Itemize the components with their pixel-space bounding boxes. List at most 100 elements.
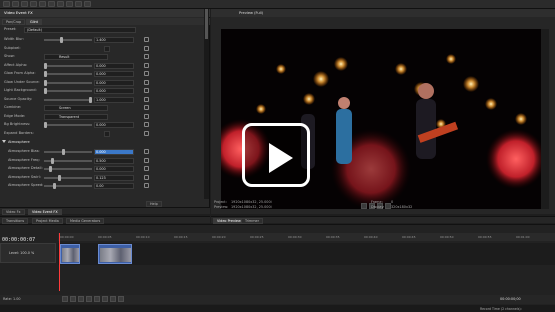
fx-param-slider[interactable] — [44, 166, 92, 172]
edit-tool-icon[interactable] — [75, 1, 82, 7]
slider-handle[interactable] — [44, 62, 47, 69]
record-icon[interactable] — [62, 296, 68, 302]
slider-handle[interactable] — [44, 88, 47, 94]
keyframe-icon[interactable] — [144, 113, 149, 119]
tab-video-event-fx[interactable]: Video Event FX — [28, 209, 62, 215]
keyframe-icon[interactable] — [144, 45, 149, 51]
fx-param-slider[interactable] — [44, 174, 92, 181]
fx-param-value[interactable]: 0.00 — [94, 183, 134, 189]
play-from-start-icon[interactable] — [78, 296, 84, 302]
copy-icon[interactable] — [30, 1, 37, 7]
slider-handle[interactable] — [44, 79, 47, 86]
fx-param-checkbox[interactable] — [104, 45, 110, 52]
cut-icon[interactable] — [21, 1, 28, 7]
preview-scrollbar[interactable] — [541, 29, 549, 209]
playhead-cursor[interactable] — [59, 233, 60, 291]
stop-icon[interactable] — [102, 296, 108, 302]
slider-handle[interactable] — [44, 122, 47, 128]
undo-icon[interactable] — [48, 1, 55, 7]
fx-param-slider[interactable] — [44, 71, 92, 77]
fx-param-slider[interactable] — [44, 37, 92, 43]
fx-param-slider[interactable] — [44, 88, 92, 94]
section-atmosphere[interactable]: Atmosphere — [2, 140, 202, 147]
pause-icon[interactable] — [94, 296, 100, 302]
keyframe-icon[interactable] — [144, 96, 149, 102]
slider-handle[interactable] — [89, 96, 92, 103]
keyframe-icon[interactable] — [144, 54, 149, 59]
fx-param-value[interactable]: 0.500 — [94, 157, 134, 164]
fx-param-slider[interactable] — [44, 79, 92, 86]
keyframe-icon[interactable] — [144, 105, 149, 110]
keyframe-icon[interactable] — [144, 157, 149, 163]
select-tool-icon[interactable] — [66, 1, 73, 7]
video-event-fx-panel: Video Event FX Pan/Crop Glint Preset: (D… — [0, 9, 210, 214]
slider-handle[interactable] — [48, 166, 52, 172]
play-icon-timeline[interactable] — [86, 296, 92, 302]
paste-icon[interactable] — [39, 1, 46, 7]
slider-handle[interactable] — [62, 149, 65, 155]
video-track[interactable] — [58, 243, 555, 265]
fx-param-checkbox[interactable] — [104, 130, 110, 137]
fx-param-value[interactable]: 1.400 — [94, 37, 134, 43]
preset-select[interactable]: (Default) — [24, 27, 136, 33]
fx-param-slider[interactable] — [44, 122, 92, 128]
fx-param-label: Show: — [4, 54, 15, 58]
keyframe-icon[interactable] — [144, 149, 149, 154]
fx-param-value[interactable]: 0.123 — [94, 174, 134, 181]
fx-param-select[interactable]: Screen — [44, 105, 108, 111]
save-icon[interactable] — [12, 1, 19, 7]
fx-chain-pan-crop[interactable]: Pan/Crop — [2, 19, 26, 25]
slider-handle[interactable] — [59, 37, 63, 43]
fx-param-select[interactable]: Result — [44, 54, 108, 60]
tab-video-fx[interactable]: Video Fx — [2, 209, 25, 215]
slider-handle[interactable] — [57, 174, 61, 181]
fx-param-label: Affect Alpha: — [4, 62, 28, 67]
keyframe-icon[interactable] — [144, 62, 149, 68]
redo-icon[interactable] — [57, 1, 64, 7]
keyframe-icon[interactable] — [144, 88, 149, 93]
fx-param-slider[interactable] — [44, 157, 92, 164]
fx-param-slider[interactable] — [44, 149, 92, 155]
split-icon[interactable] — [84, 1, 91, 7]
slider-handle[interactable] — [50, 157, 54, 164]
fx-param-value[interactable]: 0.000 — [94, 79, 134, 86]
fx-panel-title: Video Event FX — [4, 10, 33, 15]
open-icon[interactable] — [3, 1, 10, 7]
fx-param-value[interactable]: 0.000 — [94, 166, 134, 172]
preview-quality[interactable]: Preview (Full) — [239, 11, 263, 15]
keyframe-icon[interactable] — [144, 174, 149, 180]
keyframe-icon[interactable] — [144, 71, 149, 76]
fx-param-slider[interactable] — [44, 183, 92, 189]
keyframe-icon[interactable] — [144, 37, 149, 42]
loop-icon[interactable] — [70, 296, 76, 302]
prev-frame-icon[interactable] — [110, 296, 116, 302]
ruler-tick-label: 00:00:00 — [60, 235, 74, 239]
fx-param-value[interactable]: 0.000 — [94, 149, 134, 155]
keyframe-icon[interactable] — [144, 79, 149, 85]
fx-param-value[interactable]: 1.000 — [94, 96, 134, 103]
fx-chain-glint[interactable]: Glint — [26, 19, 42, 25]
preview-toolbar: Preview (Full) — [211, 9, 555, 17]
keyframe-icon[interactable] — [144, 166, 149, 171]
slider-handle[interactable] — [53, 183, 56, 189]
timeline-ruler[interactable]: 00:00:00 00:00:05 00:00:10 00:00:15 00:00:20… — [58, 233, 555, 241]
fx-param-value[interactable]: 0.000 — [94, 88, 134, 94]
fx-param-value[interactable]: 0.000 — [94, 71, 134, 77]
next-frame-icon[interactable] — [118, 296, 124, 302]
fx-param-slider[interactable] — [44, 62, 92, 69]
track-level[interactable]: Level: 100.0 % — [9, 251, 34, 255]
video-clip-1[interactable] — [60, 244, 80, 264]
keyframe-icon[interactable] — [144, 130, 149, 136]
fx-panel-scrollbar[interactable] — [204, 9, 209, 199]
play-icon[interactable] — [242, 123, 310, 187]
slider-handle[interactable] — [44, 71, 47, 77]
keyframe-icon[interactable] — [144, 183, 149, 188]
video-clip-2[interactable] — [98, 244, 132, 264]
fx-param-label: Atmosphere Bias: — [8, 149, 40, 153]
keyframe-icon[interactable] — [144, 122, 149, 127]
fx-param-value[interactable]: 0.000 — [94, 122, 134, 128]
fx-param-slider[interactable] — [44, 96, 92, 103]
fx-param-value[interactable]: 0.000 — [94, 62, 134, 69]
fx-param-select[interactable]: Transparent — [44, 113, 108, 120]
track-header[interactable]: Level: 100.0 % — [0, 243, 56, 263]
